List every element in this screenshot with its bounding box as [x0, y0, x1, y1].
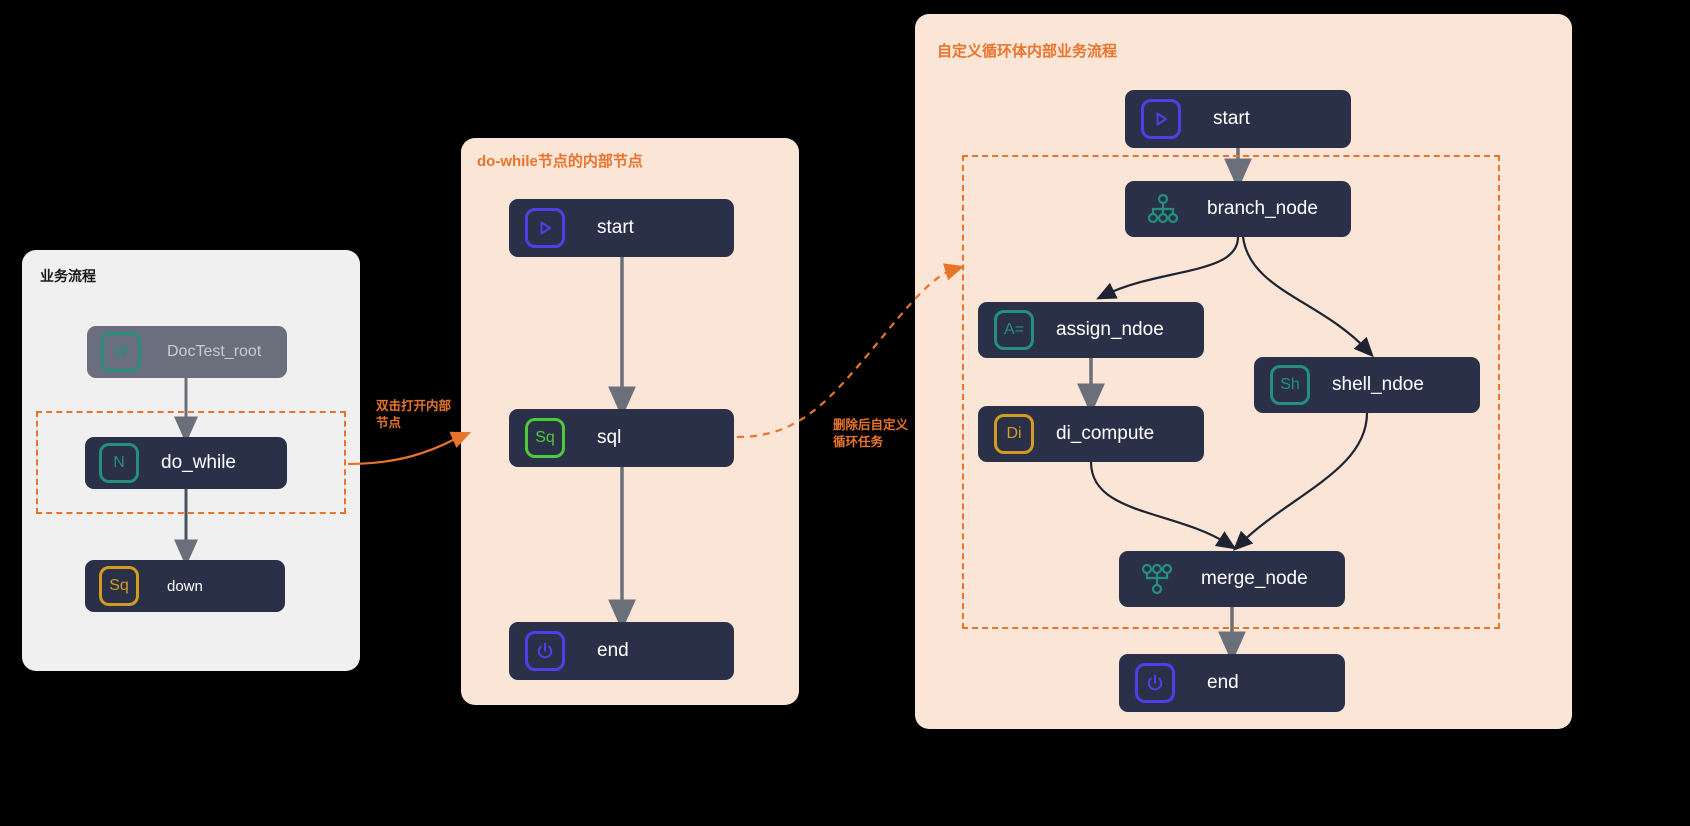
node-label: DocTest_root	[167, 343, 262, 360]
node-label: end	[1207, 672, 1239, 693]
node-label: branch_node	[1207, 198, 1318, 219]
annotation-open-inner-label: 双击打开内部节点	[376, 399, 452, 430]
panel-title-do-while: do-while节点的内部节点	[477, 153, 643, 170]
node-merge[interactable]: merge_node	[1119, 551, 1345, 607]
node-label: start	[1213, 108, 1250, 129]
node-label: shell_ndoe	[1332, 374, 1424, 395]
node-assign[interactable]: A= assign_ndoe	[978, 302, 1204, 358]
branch-icon	[1141, 187, 1185, 231]
node-down[interactable]: Sq down	[85, 560, 285, 612]
node-badge-Sq: Sq	[525, 418, 565, 458]
node-dowhile-end[interactable]: end	[509, 622, 734, 680]
node-badge-Sh: Sh	[1270, 365, 1310, 405]
node-label: assign_ndoe	[1056, 319, 1164, 340]
node-loop-start[interactable]: start	[1125, 90, 1351, 148]
node-badge-Sq: Sq	[99, 566, 139, 606]
node-doctest-root[interactable]: W DocTest_root	[87, 326, 287, 378]
node-label: do_while	[161, 452, 236, 473]
diagram-canvas: 业务流程 do-while节点的内部节点 自定义循环体内部业务流程 W DocT…	[0, 0, 1690, 826]
annotation-delete-after-label: 删除后自定义循环任务	[833, 418, 909, 449]
node-di-compute[interactable]: Di di_compute	[978, 406, 1204, 462]
node-dowhile-sql[interactable]: Sq sql	[509, 409, 734, 467]
panel-title-loop-body: 自定义循环体内部业务流程	[937, 43, 1118, 60]
node-label: sql	[597, 427, 622, 448]
node-label: end	[597, 640, 629, 661]
node-do-while[interactable]: N do_while	[85, 437, 287, 489]
merge-icon	[1135, 557, 1179, 601]
power-icon	[1135, 663, 1175, 703]
annotation-arrow-open-inner	[347, 431, 472, 466]
panel-title-business: 业务流程	[40, 268, 96, 284]
node-label: down	[167, 577, 203, 595]
power-icon	[525, 631, 565, 671]
node-label: merge_node	[1201, 568, 1308, 589]
node-badge-W: W	[101, 332, 141, 372]
node-branch[interactable]: branch_node	[1125, 181, 1351, 237]
node-shell[interactable]: Sh shell_ndoe	[1254, 357, 1480, 413]
play-icon	[525, 208, 565, 248]
play-icon	[1141, 99, 1181, 139]
node-badge-Di: Di	[994, 414, 1034, 454]
node-badge-A-equals: A=	[994, 310, 1034, 350]
node-loop-end[interactable]: end	[1119, 654, 1345, 712]
node-dowhile-start[interactable]: start	[509, 199, 734, 257]
node-label: start	[597, 217, 634, 238]
node-label: di_compute	[1056, 423, 1155, 444]
node-badge-N: N	[99, 443, 139, 483]
